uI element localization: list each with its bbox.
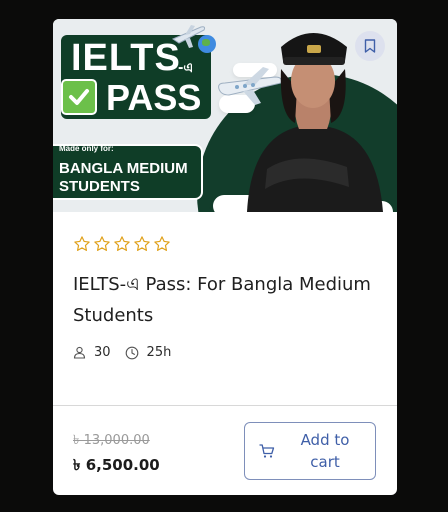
course-meta: 30 25h	[73, 345, 185, 360]
card-divider	[53, 405, 397, 406]
original-price: ৳ 13,000.00	[73, 433, 150, 448]
course-banner[interactable]: IELTS -এ PASS Made only for: BANGLA MEDI…	[53, 19, 397, 212]
course-title[interactable]: IELTS-এ Pass: For Bangla Medium Students	[73, 269, 373, 331]
sale-price: ৳ 6,500.00	[73, 456, 160, 474]
duration-value: 25h	[146, 345, 172, 360]
bookmark-icon	[364, 39, 376, 53]
bookmark-button[interactable]	[355, 31, 385, 61]
star-icon	[154, 236, 170, 251]
students-count: 30	[73, 345, 111, 360]
audience-label: Made only for:	[59, 144, 114, 153]
banner-title-line1: IELTS	[71, 37, 181, 79]
clock-icon	[125, 346, 138, 359]
airplane-icon	[171, 25, 206, 48]
rating-stars	[73, 235, 171, 253]
banner-title-line2: PASS	[106, 77, 202, 118]
course-card[interactable]: IELTS -এ PASS Made only for: BANGLA MEDI…	[53, 19, 397, 495]
students-value: 30	[94, 345, 111, 360]
add-to-cart-button[interactable]: Add to cart	[244, 422, 376, 480]
user-icon	[73, 346, 86, 359]
star-icon	[134, 236, 150, 251]
audience-title: BANGLA MEDIUM STUDENTS	[59, 160, 188, 195]
star-icon	[114, 236, 130, 251]
star-icon	[94, 236, 110, 251]
course-duration: 25h	[125, 345, 172, 360]
cart-icon	[259, 444, 275, 458]
add-to-cart-label: Add to cart	[300, 431, 350, 471]
check-icon	[61, 79, 97, 115]
star-icon	[74, 236, 90, 251]
